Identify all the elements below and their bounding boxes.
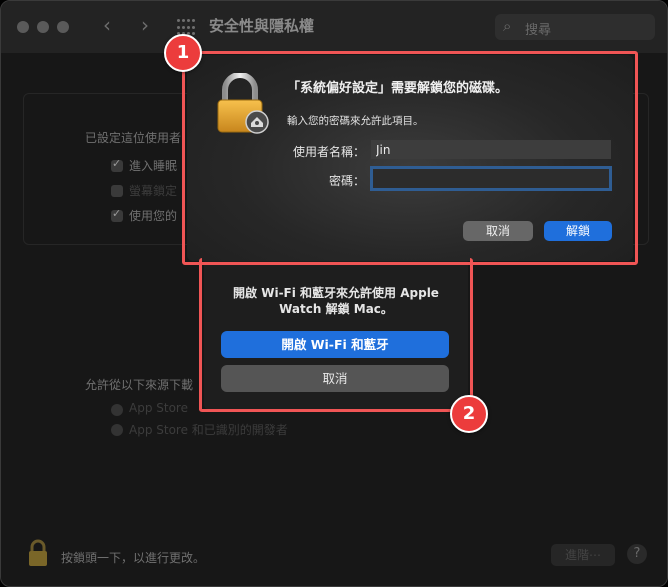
- title-bar: ‹ › 安全性與隱私權 ⌕ 搜尋: [1, 1, 667, 54]
- back-chevron-icon[interactable]: ‹: [103, 13, 111, 37]
- password-label: 密碼：: [328, 174, 365, 188]
- allow-apps-label: 允許從以下來源下載: [85, 378, 194, 392]
- lock-icon[interactable]: [27, 539, 49, 567]
- identified-developers-radio[interactable]: [111, 424, 123, 436]
- wifi-dialog-message-text: 開啟 Wi-Fi 和藍牙來允許使用 Apple Watch 解鎖 Mac。: [233, 286, 439, 316]
- require-password-label: 已設定這位使用者: [85, 131, 182, 145]
- password-field[interactable]: [373, 169, 609, 188]
- callout-badge-2: 2: [450, 395, 488, 433]
- wifi-dialog-message: 開啟 Wi-Fi 和藍牙來允許使用 Apple Watch 解鎖 Mac。: [204, 285, 468, 317]
- search-icon: ⌕: [503, 17, 512, 35]
- help-button[interactable]: ?: [627, 544, 647, 564]
- auth-dialog-title: 「系統偏好設定」需要解鎖您的磁碟。: [287, 81, 509, 96]
- lock-hint-text: 按鎖頭一下，以進行更改。: [61, 551, 206, 565]
- unlock-button[interactable]: 解鎖: [544, 221, 612, 241]
- enable-wifi-bluetooth-button[interactable]: 開啟 Wi-Fi 和藍牙: [221, 331, 449, 358]
- sleep-option-label: 進入睡眠: [129, 159, 178, 173]
- wifi-cancel-button[interactable]: 取消: [221, 365, 449, 392]
- username-field[interactable]: [371, 140, 611, 159]
- use-apple-watch-checkbox[interactable]: [111, 207, 123, 222]
- identified-developers-option-label: App Store 和已識別的開發者: [129, 423, 288, 437]
- close-window-button[interactable]: [17, 21, 29, 33]
- advanced-button[interactable]: 進階⋯: [551, 544, 615, 566]
- minimize-window-button[interactable]: [37, 21, 49, 33]
- auth-dialog-subtitle: 輸入您的密碼來允許此項目。: [287, 115, 424, 127]
- app-store-radio[interactable]: [111, 404, 123, 416]
- search-field[interactable]: ⌕ 搜尋: [495, 14, 655, 40]
- use-apple-watch-option-label: 使用您的: [129, 209, 178, 223]
- search-placeholder: 搜尋: [525, 23, 552, 38]
- window-title: 安全性與隱私權: [209, 17, 315, 35]
- forward-chevron-icon[interactable]: ›: [141, 13, 149, 37]
- padlock-icon: [217, 73, 269, 134]
- username-label: 使用者名稱：: [292, 145, 365, 159]
- sleep-checkbox[interactable]: [111, 157, 123, 172]
- system-preferences-window: ‹ › 安全性與隱私權 ⌕ 搜尋 已設定這位使用者 進入睡眠 螢幕鎖定 使用您的…: [0, 0, 668, 587]
- app-store-option-label: App Store: [129, 401, 188, 415]
- cancel-button[interactable]: 取消: [463, 221, 533, 241]
- screen-lock-option-label: 螢幕鎖定: [129, 184, 178, 198]
- screen-lock-checkbox[interactable]: [111, 185, 123, 197]
- callout-badge-1: 1: [164, 34, 202, 72]
- wifi-bluetooth-dialog: 開啟 Wi-Fi 和藍牙來允許使用 Apple Watch 解鎖 Mac。 開啟…: [204, 259, 468, 409]
- auth-dialog: 「系統偏好設定」需要解鎖您的磁碟。 輸入您的密碼來允許此項目。 使用者名稱： 密…: [187, 55, 633, 261]
- zoom-window-button[interactable]: [57, 21, 69, 33]
